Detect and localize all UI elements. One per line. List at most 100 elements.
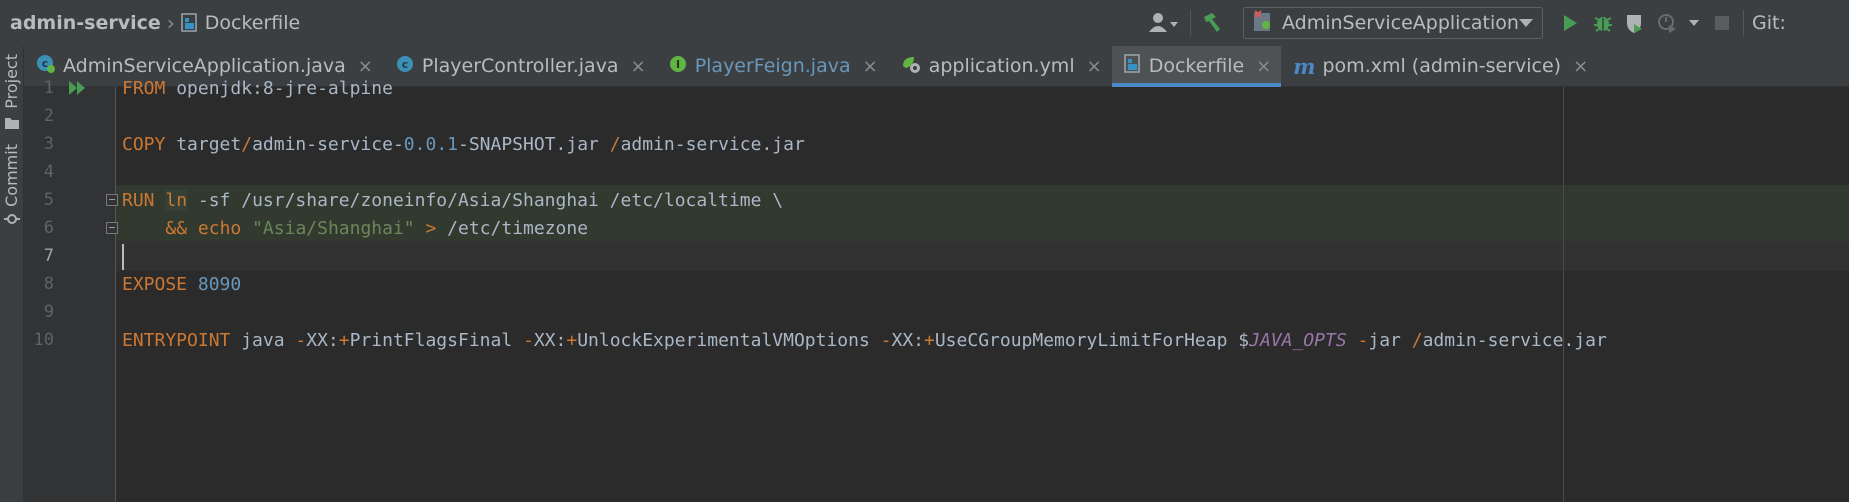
code-text: target — [165, 134, 242, 155]
run-configuration-label: AdminServiceApplication — [1282, 12, 1519, 34]
code-line-3: COPY target/admin-service-0.0.1-SNAPSHOT… — [122, 128, 805, 161]
breadcrumb-separator-icon: › — [166, 11, 175, 35]
operator: + — [924, 330, 935, 351]
breadcrumb-file[interactable]: Dockerfile — [205, 12, 300, 34]
line-number: 10 — [33, 330, 54, 350]
tab-label: PlayerController.java — [421, 55, 619, 77]
run-icon[interactable] — [1553, 8, 1587, 38]
close-icon[interactable]: × — [631, 56, 646, 77]
operator: - — [1357, 330, 1369, 351]
more-run-options-chevron-icon[interactable] — [1683, 8, 1705, 38]
close-icon[interactable]: × — [863, 56, 878, 77]
tab-player-feign[interactable]: I PlayerFeign.java × — [656, 46, 888, 86]
number: 1 — [447, 134, 458, 155]
code-text: /etc/timezone — [436, 218, 589, 239]
keyword: RUN — [122, 190, 155, 211]
operator: - — [880, 330, 892, 351]
breadcrumb-project[interactable]: admin-service — [10, 12, 161, 34]
toolbar-divider — [1190, 10, 1191, 36]
git-label[interactable]: Git: — [1752, 12, 1786, 34]
fold-end-icon[interactable] — [106, 222, 118, 234]
code-text: java — [230, 330, 296, 351]
path-separator: / — [1411, 330, 1423, 351]
profile-icon[interactable] — [1651, 8, 1683, 38]
tab-label: application.yml — [928, 55, 1075, 77]
code-text: -SNAPSHOT.jar — [458, 134, 610, 155]
operator: - — [295, 330, 307, 351]
tab-player-controller[interactable]: c PlayerController.java × — [383, 46, 656, 86]
java-interface-icon: I — [668, 54, 688, 78]
code-text: PrintFlagsFinal — [349, 330, 523, 351]
build-hammer-icon[interactable] — [1199, 8, 1225, 38]
right-margin-guide — [1563, 87, 1564, 502]
svg-text:I: I — [676, 58, 680, 71]
docker-file-icon — [181, 13, 199, 33]
number: . — [414, 134, 426, 155]
tab-dockerfile[interactable]: Dockerfile × — [1111, 46, 1282, 87]
tab-pom-xml[interactable]: m pom.xml (admin-service) × — [1281, 46, 1598, 86]
stop-icon[interactable] — [1705, 8, 1739, 38]
code-text: admin-service.jar — [620, 134, 805, 155]
tab-label: Dockerfile — [1148, 55, 1245, 77]
operator: + — [338, 330, 350, 351]
code-text: admin-service- — [252, 134, 404, 155]
code-line-6: && echo "Asia/Shanghai" > /etc/timezone — [122, 212, 588, 245]
commit-icon — [3, 211, 21, 230]
code-line-1: FROM openjdk:8-jre-alpine — [122, 72, 393, 105]
close-icon[interactable]: × — [1087, 56, 1102, 77]
coverage-icon[interactable] — [1619, 8, 1651, 38]
tab-label: PlayerFeign.java — [694, 55, 851, 77]
tab-application-yml[interactable]: application.yml × — [888, 46, 1112, 86]
keyword: FROM — [122, 78, 166, 99]
close-icon[interactable]: × — [1573, 56, 1588, 77]
number: 0 — [403, 134, 415, 155]
code-text: admin-service.jar — [1422, 330, 1607, 351]
tool-window-strip: Project Commit — [0, 46, 24, 502]
toolbar: AdminServiceApplication Git: — [1146, 0, 1786, 46]
operator: + — [566, 330, 578, 351]
spring-app-config-icon — [1252, 9, 1274, 37]
code-text: jar — [1368, 330, 1412, 351]
run-configuration-select[interactable]: AdminServiceApplication — [1243, 7, 1543, 39]
command: echo — [197, 218, 242, 239]
current-line-highlight — [116, 241, 1849, 271]
code-line-10: ENTRYPOINT java -XX:+PrintFlagsFinal -XX… — [122, 324, 1607, 357]
code-text: XX: — [533, 330, 567, 351]
svg-text:c: c — [402, 58, 409, 71]
number: . — [436, 134, 448, 155]
project-tool-window-button[interactable]: Project — [0, 54, 23, 134]
code-line-8: EXPOSE 8090 — [122, 268, 241, 301]
navigation-bar: admin-service › Dockerfile AdminServiceA… — [0, 0, 1849, 47]
fold-start-icon[interactable] — [106, 194, 118, 206]
code-text: XX: — [891, 330, 924, 351]
run-gutter-icon[interactable] — [68, 80, 90, 100]
code-text: XX: — [306, 330, 339, 351]
commit-tool-window-button[interactable]: Commit — [0, 144, 23, 230]
user-icon[interactable] — [1146, 8, 1182, 38]
number: 8090 — [197, 274, 242, 295]
folder-icon — [4, 115, 20, 134]
number: 0 — [425, 134, 437, 155]
path-separator: / — [241, 134, 253, 155]
code-text: openjdk:8-jre-alpine — [165, 78, 393, 99]
close-icon[interactable]: × — [1256, 56, 1271, 77]
keyword: ENTRYPOINT — [122, 330, 231, 351]
commit-tool-label: Commit — [2, 144, 21, 207]
maven-icon: m — [1293, 53, 1316, 79]
debug-icon[interactable] — [1587, 8, 1619, 38]
chevron-down-icon — [1518, 19, 1533, 27]
path-separator: / — [609, 134, 621, 155]
text-caret — [122, 244, 124, 270]
code-text: UseCGroupMemoryLimitForHeap $ — [934, 330, 1250, 351]
project-tool-label: Project — [2, 54, 21, 109]
tab-label: pom.xml (admin-service) — [1322, 55, 1562, 77]
operator: - — [523, 330, 534, 351]
toolbar-divider — [1743, 10, 1744, 36]
code-text: UnlockExperimentalVMOptions — [577, 330, 881, 351]
spring-config-icon — [900, 54, 922, 78]
